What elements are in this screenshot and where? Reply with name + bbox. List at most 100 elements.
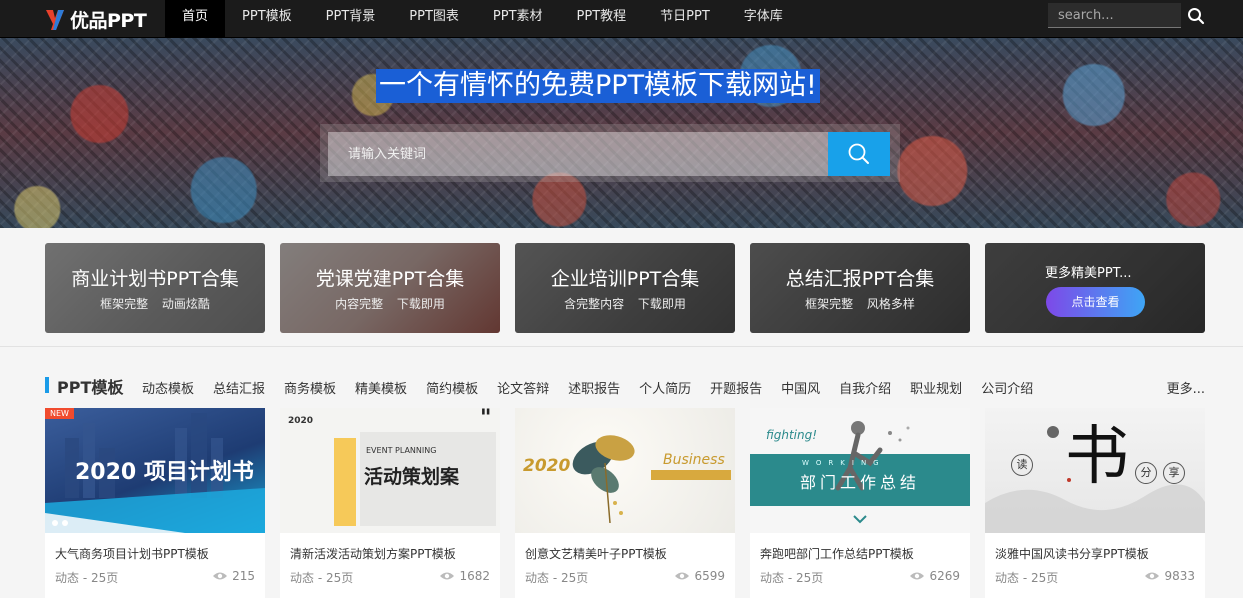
template-meta: 动态 - 25页 (55, 571, 119, 585)
collection-card-title: 党课党建PPT合集 (315, 268, 465, 290)
template-thumbnail-small-text: WORKING (802, 459, 886, 467)
template-thumbnail-text: 活动策划案 (364, 466, 460, 488)
eye-icon (910, 572, 925, 580)
hero-title: 一个有情怀的免费PPT模板下载网站! (376, 69, 820, 103)
template-thumbnail-subtitle: fighting! (766, 428, 818, 442)
collection-card-title: 总结汇报PPT合集 (785, 268, 935, 290)
collection-cards: 商业计划书PPT合集 框架完整 动画炫酷 党课党建PPT合集 内容完整 下载即用… (45, 243, 1205, 333)
template-meta: 动态 - 25页 (525, 571, 589, 585)
template-thumbnail: 书 读 分 享 (985, 408, 1205, 533)
divider (0, 346, 1243, 347)
tag-summary[interactable]: 总结汇报 (213, 378, 265, 397)
hero-banner: 一个有情怀的免费PPT模板下载网站! (0, 38, 1243, 228)
nav-item-home[interactable]: 首页 (165, 0, 226, 37)
template-thumbnail: 2020 " EVENT PLANNING 活动策划案 (280, 408, 500, 533)
template-thumbnail-text: Business (663, 452, 725, 468)
nav-menu: 首页 PPT模板 PPT背景 PPT图表 PPT素材 PPT教程 节日PPT 字… (165, 0, 800, 37)
tag-proposal[interactable]: 开题报告 (710, 378, 762, 397)
template-thumbnail: fighting! WORKING 部门工作总结 (750, 408, 970, 533)
search-icon (848, 143, 869, 164)
nav-item-fonts[interactable]: 字体库 (727, 0, 800, 37)
template-meta: 动态 - 25页 (290, 571, 354, 585)
template-card[interactable]: 2020 项目计划书 NEW 大气商务项目计划书PPT模板 动态 - 25页 2… (45, 408, 265, 598)
search-icon[interactable] (1187, 7, 1205, 25)
template-card[interactable]: 2020 " EVENT PLANNING 活动策划案 清新活泼活动策划方案PP… (280, 408, 500, 598)
hero-search-input[interactable] (328, 132, 828, 176)
template-view-count: 6599 (694, 569, 725, 583)
template-thumbnail-text: 书 (1065, 420, 1129, 494)
collection-card-subtitle: 框架完整 动画炫酷 (100, 297, 210, 311)
section-title: PPT模板 (57, 378, 124, 397)
template-thumbnail-text: 部门工作总结 (800, 473, 921, 492)
tag-resume[interactable]: 个人简历 (639, 378, 691, 397)
template-thumbnail-accent (334, 438, 356, 526)
logo-icon (44, 6, 66, 32)
template-views: 9833 (1144, 569, 1195, 583)
template-views: 6599 (674, 569, 725, 583)
template-name: 奔跑吧部门工作总结PPT模板 (760, 547, 914, 561)
template-name: 清新活泼活动策划方案PPT模板 (290, 547, 456, 561)
template-thumbnail-subtitle: EVENT PLANNING (366, 446, 437, 455)
template-meta: 动态 - 25页 (995, 571, 1059, 585)
collection-card-party-building[interactable]: 党课党建PPT合集 内容完整 下载即用 (280, 243, 500, 333)
template-thumbnail-char: 享 (1163, 462, 1185, 484)
nav-item-holiday-ppt[interactable]: 节日PPT (643, 0, 727, 37)
template-thumbnail: 2020 Business (515, 408, 735, 533)
top-nav: 优品PPT 首页 PPT模板 PPT背景 PPT图表 PPT素材 PPT教程 节… (0, 0, 1243, 38)
template-card[interactable]: 书 读 分 享 淡雅中国风读书分享PPT模板 动态 - 25页 9833 (985, 408, 1205, 598)
template-meta: 动态 - 25页 (760, 571, 824, 585)
tag-thesis-defense[interactable]: 论文答辩 (497, 378, 549, 397)
collection-card-title: 商业计划书PPT合集 (71, 268, 239, 290)
collection-card-subtitle: 框架完整 风格多样 (805, 297, 915, 311)
tag-premium[interactable]: 精美模板 (355, 378, 407, 397)
tag-career-plan[interactable]: 职业规划 (910, 378, 962, 397)
tag-work-report[interactable]: 述职报告 (568, 378, 620, 397)
tag-dynamic[interactable]: 动态模板 (142, 378, 194, 397)
nav-item-ppt-charts[interactable]: PPT图表 (392, 0, 476, 37)
template-thumbnail-text: 2020 项目计划书 (75, 460, 254, 485)
collection-card-title: 企业培训PPT合集 (550, 268, 700, 290)
collection-card-enterprise-training[interactable]: 企业培训PPT合集 含完整内容 下载即用 (515, 243, 735, 333)
tag-company-intro[interactable]: 公司介绍 (981, 378, 1033, 397)
template-view-count: 9833 (1164, 569, 1195, 583)
template-card[interactable]: 2020 Business 创意文艺精美叶子PPT模板 动态 - 25页 659… (515, 408, 735, 598)
template-views: 215 (212, 569, 255, 583)
logo[interactable]: 优品PPT (44, 4, 147, 34)
tag-simple[interactable]: 简约模板 (426, 378, 478, 397)
section-header: PPT模板 动态模板 总结汇报 商务模板 精美模板 简约模板 论文答辩 述职报告… (45, 372, 1205, 398)
template-thumbnail-year: 2020 (288, 416, 314, 426)
eye-icon (440, 572, 455, 580)
logo-text: 优品PPT (70, 9, 147, 32)
hero-search-button[interactable] (828, 132, 890, 176)
hero-search-box (320, 124, 900, 182)
eye-icon (675, 572, 690, 580)
tag-business[interactable]: 商务模板 (284, 378, 336, 397)
collection-card-more[interactable]: 更多精美PPT... 点击查看 (985, 243, 1205, 333)
nav-item-ppt-tutorials[interactable]: PPT教程 (560, 0, 644, 37)
template-thumbnail-char: 分 (1135, 462, 1157, 484)
collection-card-more-title: 更多精美PPT... (1045, 266, 1132, 281)
collection-card-summary-report[interactable]: 总结汇报PPT合集 框架完整 风格多样 (750, 243, 970, 333)
nav-search-input[interactable] (1048, 3, 1181, 28)
eye-icon (1145, 572, 1160, 580)
template-thumbnail-year: 2020 (523, 456, 571, 476)
section-more-link[interactable]: 更多... (1167, 378, 1205, 397)
template-name: 创意文艺精美叶子PPT模板 (525, 547, 667, 561)
template-view-count: 1682 (459, 569, 490, 583)
template-thumbnail: 2020 项目计划书 NEW (45, 408, 265, 533)
section-accent-bar (45, 377, 49, 393)
nav-item-ppt-backgrounds[interactable]: PPT背景 (309, 0, 393, 37)
view-more-button[interactable]: 点击查看 (1046, 287, 1145, 317)
new-badge: NEW (45, 408, 74, 419)
tag-self-intro[interactable]: 自我介绍 (839, 378, 891, 397)
template-view-count: 6269 (929, 569, 960, 583)
template-name: 淡雅中国风读书分享PPT模板 (995, 547, 1149, 561)
template-card[interactable]: fighting! WORKING 部门工作总结 奔跑吧部门工作总结PPT模板 … (750, 408, 970, 598)
collection-card-subtitle: 内容完整 下载即用 (335, 297, 445, 311)
nav-item-ppt-materials[interactable]: PPT素材 (476, 0, 560, 37)
tag-chinese-style[interactable]: 中国风 (781, 378, 820, 397)
nav-item-ppt-templates[interactable]: PPT模板 (225, 0, 309, 37)
collection-card-business-plan[interactable]: 商业计划书PPT合集 框架完整 动画炫酷 (45, 243, 265, 333)
section-tags: 动态模板 总结汇报 商务模板 精美模板 简约模板 论文答辩 述职报告 个人简历 … (142, 378, 1052, 397)
template-thumbnail-char: 读 (1011, 454, 1033, 476)
